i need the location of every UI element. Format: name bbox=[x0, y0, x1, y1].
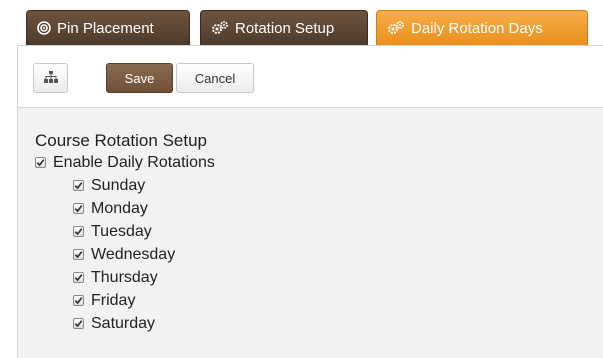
day-checkbox[interactable] bbox=[73, 249, 84, 260]
day-checkbox[interactable] bbox=[73, 226, 84, 237]
day-option-friday[interactable]: Friday bbox=[73, 289, 215, 312]
section-title: Course Rotation Setup bbox=[35, 131, 207, 150]
enable-daily-rotations-option[interactable]: Enable Daily Rotations bbox=[35, 151, 215, 174]
gears-icon bbox=[211, 21, 229, 35]
tab-label: Pin Placement bbox=[57, 19, 154, 37]
target-icon bbox=[37, 21, 51, 35]
day-checkbox[interactable] bbox=[73, 295, 84, 306]
app-window: Pin Placement Rotation Setup Daily Rotat… bbox=[0, 0, 603, 358]
day-checkbox[interactable] bbox=[73, 272, 84, 283]
tab-rotation-setup[interactable]: Rotation Setup bbox=[200, 10, 368, 45]
tab-pin-placement[interactable]: Pin Placement bbox=[26, 10, 190, 45]
day-label: Sunday bbox=[91, 177, 146, 194]
save-button[interactable]: Save bbox=[106, 63, 173, 93]
day-label: Thursday bbox=[91, 269, 158, 286]
tab-label: Rotation Setup bbox=[235, 19, 335, 37]
checkbox-label: Enable Daily Rotations bbox=[53, 154, 215, 171]
day-option-sunday[interactable]: Sunday bbox=[73, 174, 215, 197]
day-option-monday[interactable]: Monday bbox=[73, 197, 215, 220]
sitemap-icon bbox=[43, 70, 58, 86]
day-label: Tuesday bbox=[91, 223, 152, 240]
day-label: Saturday bbox=[91, 315, 156, 332]
day-checkbox[interactable] bbox=[73, 180, 84, 191]
day-option-saturday[interactable]: Saturday bbox=[73, 312, 215, 335]
tab-panel: Save Cancel Course Rotation Setup Enable… bbox=[17, 45, 603, 358]
day-option-tuesday[interactable]: Tuesday bbox=[73, 220, 215, 243]
cancel-button[interactable]: Cancel bbox=[176, 63, 254, 93]
day-option-wednesday[interactable]: Wednesday bbox=[73, 243, 215, 266]
gears-icon bbox=[387, 21, 405, 35]
tab-label: Daily Rotation Days bbox=[411, 19, 543, 37]
day-label: Friday bbox=[91, 292, 136, 309]
toolbar: Save Cancel bbox=[18, 46, 603, 108]
day-checkbox[interactable] bbox=[73, 203, 84, 214]
enable-daily-rotations-checkbox[interactable] bbox=[35, 157, 46, 168]
tab-daily-rotation-days[interactable]: Daily Rotation Days bbox=[376, 10, 588, 45]
day-label: Monday bbox=[91, 200, 148, 217]
day-checkbox[interactable] bbox=[73, 318, 84, 329]
rotation-form: Course Rotation Setup Enable Daily Rotat… bbox=[35, 131, 215, 335]
sitemap-button[interactable] bbox=[33, 63, 68, 93]
day-option-thursday[interactable]: Thursday bbox=[73, 266, 215, 289]
day-label: Wednesday bbox=[91, 246, 176, 263]
